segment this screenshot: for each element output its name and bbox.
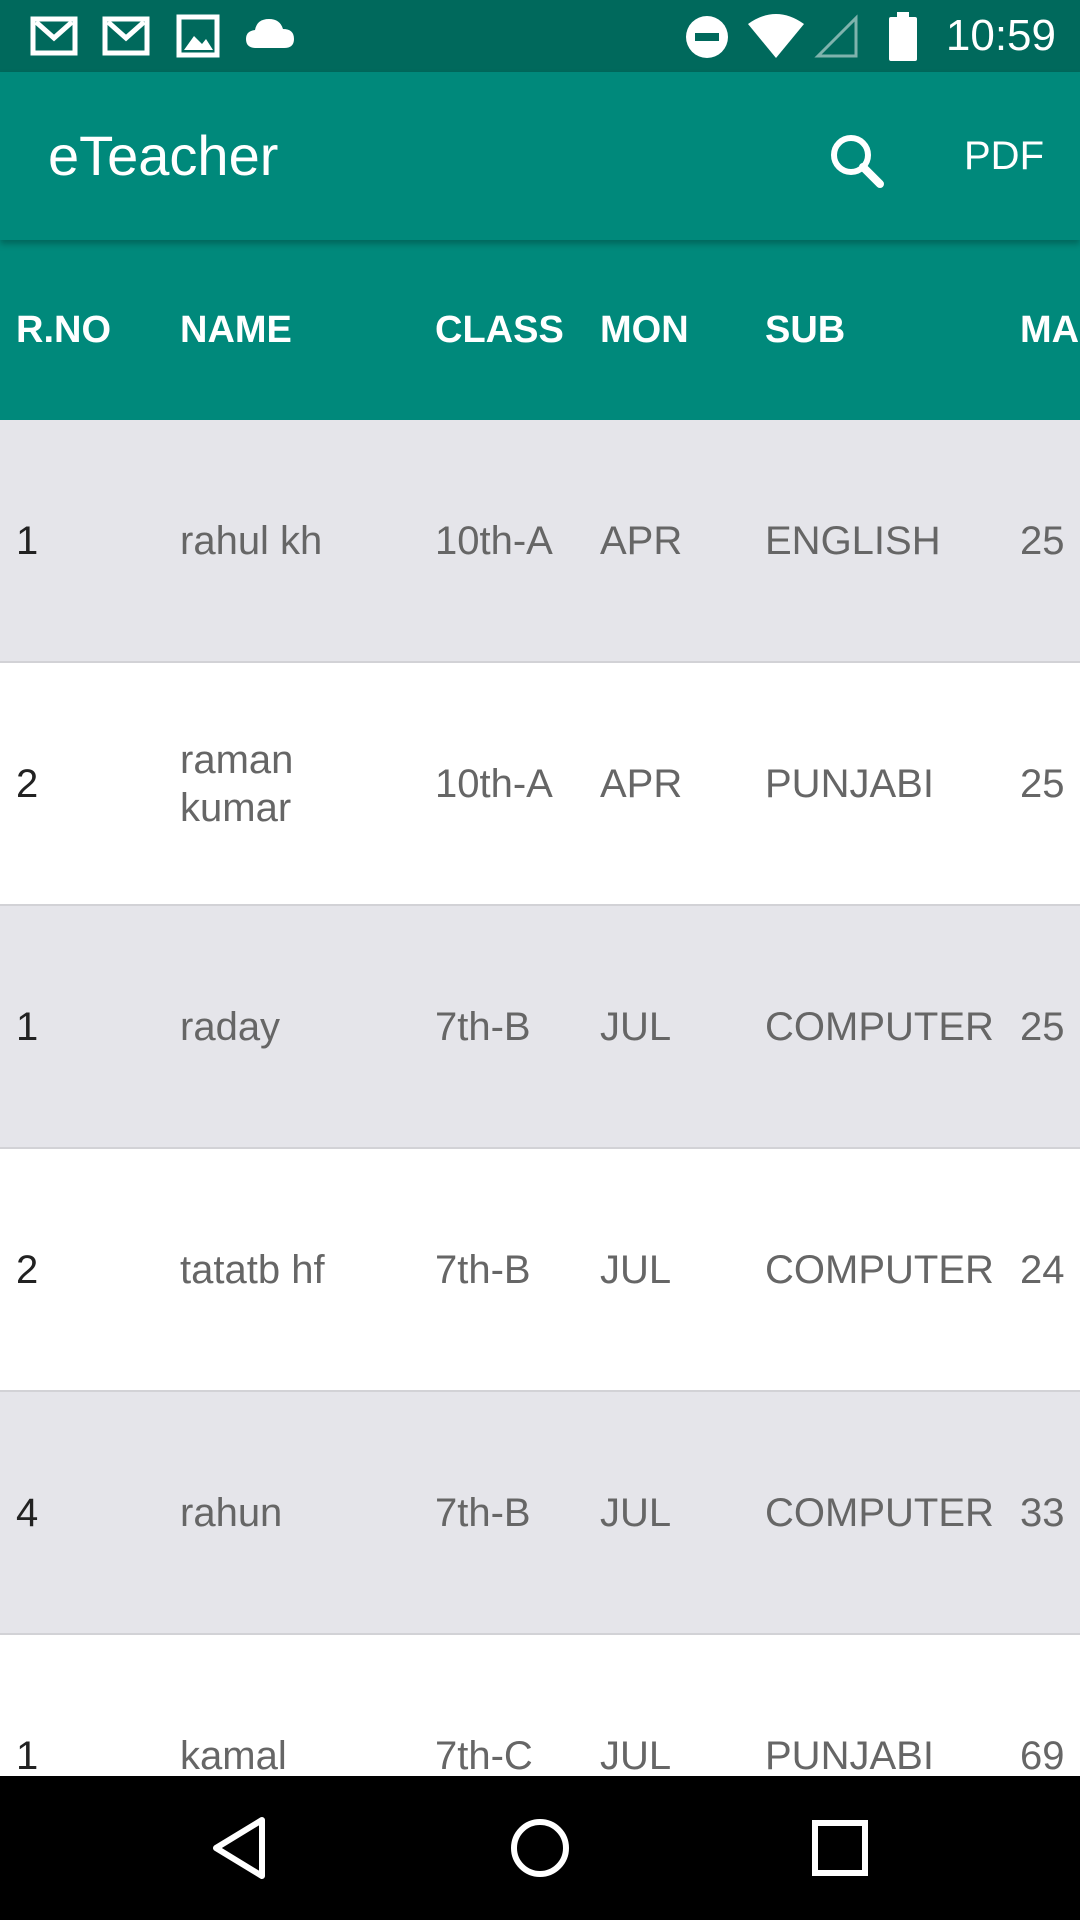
- cell-marks: 69: [1020, 1733, 1065, 1777]
- gmail-icon: [30, 16, 78, 56]
- table-row[interactable]: 1 kamal 7th-C JUL PUNJABI 69: [0, 1635, 1080, 1776]
- cell-rno: 2: [16, 761, 39, 806]
- image-icon: [176, 14, 220, 58]
- cell-name: tatatb hf: [180, 1247, 325, 1292]
- cell-class: 7th-B: [435, 1247, 531, 1292]
- cell-name: kamal: [180, 1733, 287, 1777]
- cell-month: JUL: [600, 1733, 672, 1777]
- cell-class: 7th-B: [435, 1004, 531, 1049]
- status-time: 10:59: [945, 11, 1056, 60]
- app-bar: eTeacher PDF: [0, 72, 1080, 240]
- recents-button[interactable]: [800, 1808, 880, 1888]
- screen: 10:59 eTeacher PDF R.NO NAME CLASS MON S…: [0, 0, 1080, 1920]
- table-row[interactable]: 1 raday 7th-B JUL COMPUTER 25: [0, 906, 1080, 1149]
- cell-rno: 1: [16, 1004, 39, 1049]
- header-marks[interactable]: MA: [1020, 306, 1079, 354]
- navigation-bar: [0, 1776, 1080, 1920]
- search-icon: [831, 135, 884, 188]
- header-name[interactable]: NAME: [180, 306, 292, 354]
- cell-subject: ENGLISH: [765, 518, 941, 563]
- table-row[interactable]: 4 rahun 7th-B JUL COMPUTER 33: [0, 1392, 1080, 1635]
- pdf-button[interactable]: PDF: [964, 132, 1044, 180]
- cell-month: APR: [600, 518, 683, 563]
- search-button[interactable]: [818, 122, 898, 202]
- cell-month: JUL: [600, 1490, 672, 1535]
- cell-month: JUL: [600, 1247, 672, 1292]
- cloud-icon: [246, 19, 294, 48]
- cell-class: 7th-C: [435, 1733, 533, 1777]
- cell-month: JUL: [600, 1004, 672, 1049]
- cell-marks: 33: [1020, 1490, 1065, 1535]
- do-not-disturb-icon: [686, 16, 728, 58]
- header-subject[interactable]: SUB: [765, 306, 845, 354]
- cell-marks: 25: [1020, 518, 1065, 563]
- signal-icon: [814, 14, 858, 58]
- cell-name: raman kumar: [180, 737, 294, 830]
- cell-rno: 2: [16, 1247, 39, 1292]
- table-row[interactable]: 2 tatatb hf 7th-B JUL COMPUTER 24: [0, 1149, 1080, 1392]
- wifi-icon: [748, 14, 804, 58]
- back-icon: [213, 1817, 265, 1879]
- cell-subject: COMPUTER: [765, 1247, 994, 1292]
- cell-rno: 1: [16, 518, 39, 563]
- back-button[interactable]: [200, 1808, 280, 1888]
- cell-class: 10th-A: [435, 518, 553, 563]
- app-title: eTeacher: [48, 124, 279, 187]
- recents-icon: [812, 1820, 868, 1876]
- cell-name: rahun: [180, 1490, 283, 1535]
- table-body[interactable]: 1 rahul kh 10th-A APR ENGLISH 25 2 raman…: [0, 420, 1080, 1776]
- cell-marks: 24: [1020, 1247, 1065, 1292]
- cell-month: APR: [600, 761, 683, 806]
- cell-name: rahul kh: [180, 518, 323, 563]
- cell-rno: 4: [16, 1490, 39, 1535]
- status-bar: 10:59: [0, 0, 1080, 72]
- header-class[interactable]: CLASS: [435, 306, 564, 354]
- table-header: R.NO NAME CLASS MON SUB MA: [0, 240, 1080, 420]
- cell-subject: COMPUTER: [765, 1490, 994, 1535]
- cell-subject: PUNJABI: [765, 761, 934, 806]
- cell-subject: COMPUTER: [765, 1004, 994, 1049]
- header-rno[interactable]: R.NO: [16, 306, 111, 354]
- cell-class: 7th-B: [435, 1490, 531, 1535]
- cell-marks: 25: [1020, 1004, 1065, 1049]
- cell-class: 10th-A: [435, 761, 553, 806]
- cell-marks: 25: [1020, 761, 1065, 806]
- gmail-icon: [102, 16, 150, 56]
- table-row[interactable]: 2 raman kumar 10th-A APR PUNJABI 25: [0, 663, 1080, 906]
- header-month[interactable]: MON: [600, 306, 689, 354]
- cell-name: raday: [180, 1004, 281, 1049]
- home-button[interactable]: [500, 1808, 580, 1888]
- home-icon: [511, 1819, 569, 1877]
- table-row[interactable]: 1 rahul kh 10th-A APR ENGLISH 25: [0, 420, 1080, 663]
- cell-rno: 1: [16, 1733, 39, 1777]
- battery-icon: [889, 12, 917, 61]
- cell-subject: PUNJABI: [765, 1733, 934, 1777]
